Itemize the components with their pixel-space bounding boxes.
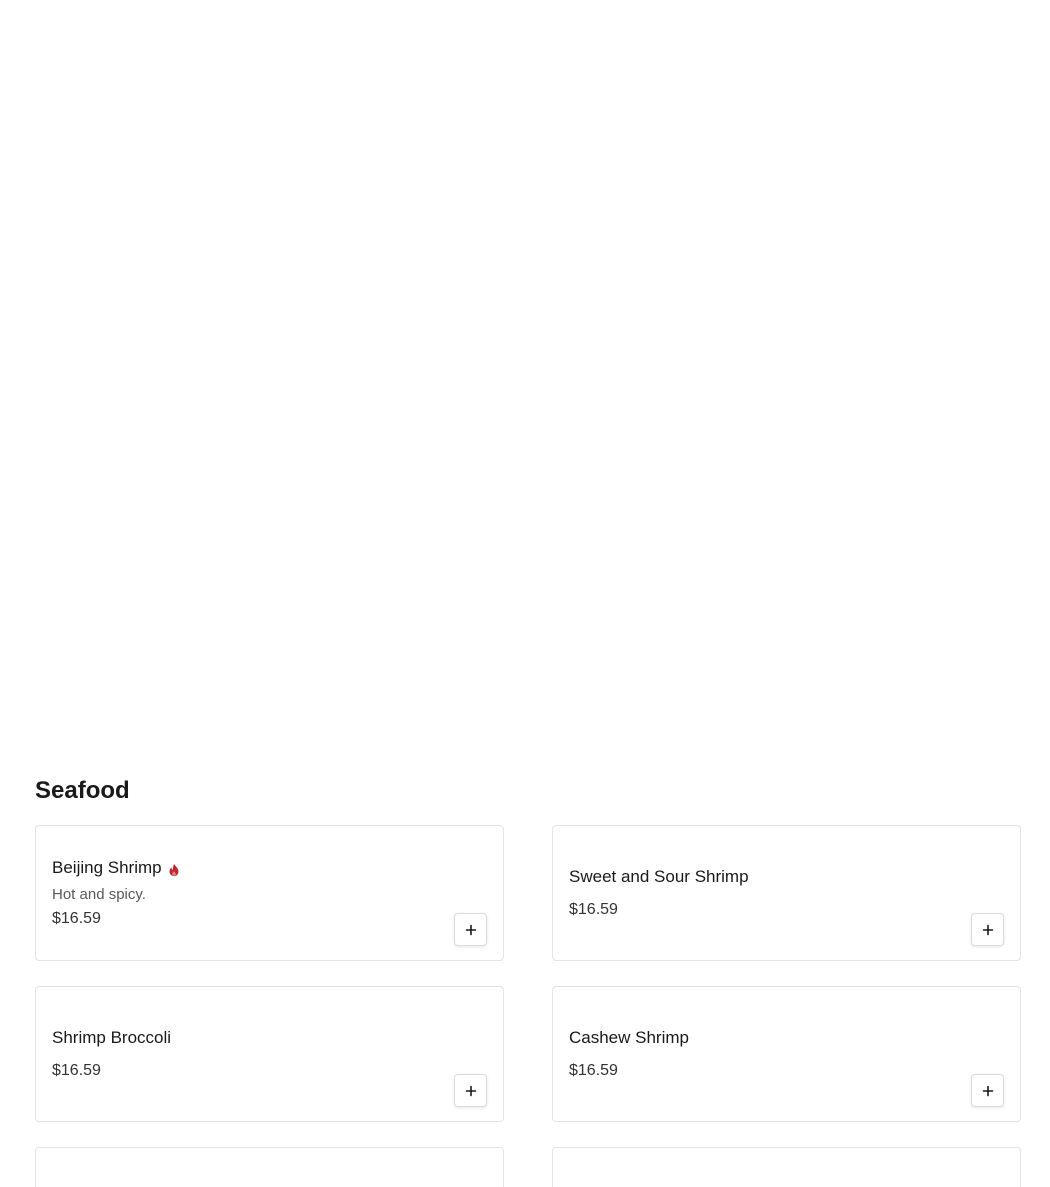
flame-icon (167, 861, 181, 876)
menu-item-name: Sweet and Sour Shrimp (569, 867, 749, 886)
menu-item-price: $16.59 (52, 910, 101, 927)
menu-item-card[interactable] (552, 1147, 1021, 1187)
menu-item-name: Cashew Shrimp (569, 1028, 689, 1047)
plus-icon (465, 924, 476, 935)
plus-icon (465, 1085, 476, 1096)
menu-item-card[interactable]: Cashew Shrimp $16.59 (552, 986, 1021, 1122)
menu-item-name-row: Sweet and Sour Shrimp (569, 866, 950, 888)
add-item-button[interactable] (454, 913, 487, 946)
menu-item-info: Sweet and Sour Shrimp $16.59 (569, 826, 950, 960)
menu-item-name-row: Cashew Shrimp (569, 1027, 950, 1049)
menu-item-price: $16.59 (569, 901, 618, 918)
add-item-button[interactable] (971, 913, 1004, 946)
menu-item-price: $16.59 (52, 1062, 101, 1079)
menu-item-price: $16.59 (569, 1062, 618, 1079)
menu-item-grid: Beijing Shrimp Hot and spicy. $16.59 Swe… (35, 825, 1021, 1187)
menu-item-info: Shrimp Broccoli $16.59 (52, 987, 433, 1121)
menu-item-card[interactable]: Shrimp Broccoli $16.59 (35, 986, 504, 1122)
menu-item-info: Beijing Shrimp Hot and spicy. $16.59 (52, 826, 433, 960)
menu-item-info: Cashew Shrimp $16.59 (569, 987, 950, 1121)
add-item-button[interactable] (454, 1074, 487, 1107)
menu-item-name: Shrimp Broccoli (52, 1028, 172, 1047)
menu-item-card[interactable] (35, 1147, 504, 1187)
menu-item-description: Hot and spicy. (52, 886, 146, 903)
menu-item-name: Beijing Shrimp (52, 858, 162, 877)
plus-icon (982, 924, 993, 935)
menu-item-card[interactable]: Beijing Shrimp Hot and spicy. $16.59 (35, 825, 504, 961)
menu-item-name-row: Beijing Shrimp (52, 857, 433, 879)
add-item-button[interactable] (971, 1074, 1004, 1107)
menu-section-seafood: Seafood Beijing Shrimp Hot and spicy. $1… (35, 770, 1021, 1187)
section-title: Seafood (35, 777, 130, 804)
menu-item-card[interactable]: Sweet and Sour Shrimp $16.59 (552, 825, 1021, 961)
menu-item-name-row: Shrimp Broccoli (52, 1027, 433, 1049)
plus-icon (982, 1085, 993, 1096)
